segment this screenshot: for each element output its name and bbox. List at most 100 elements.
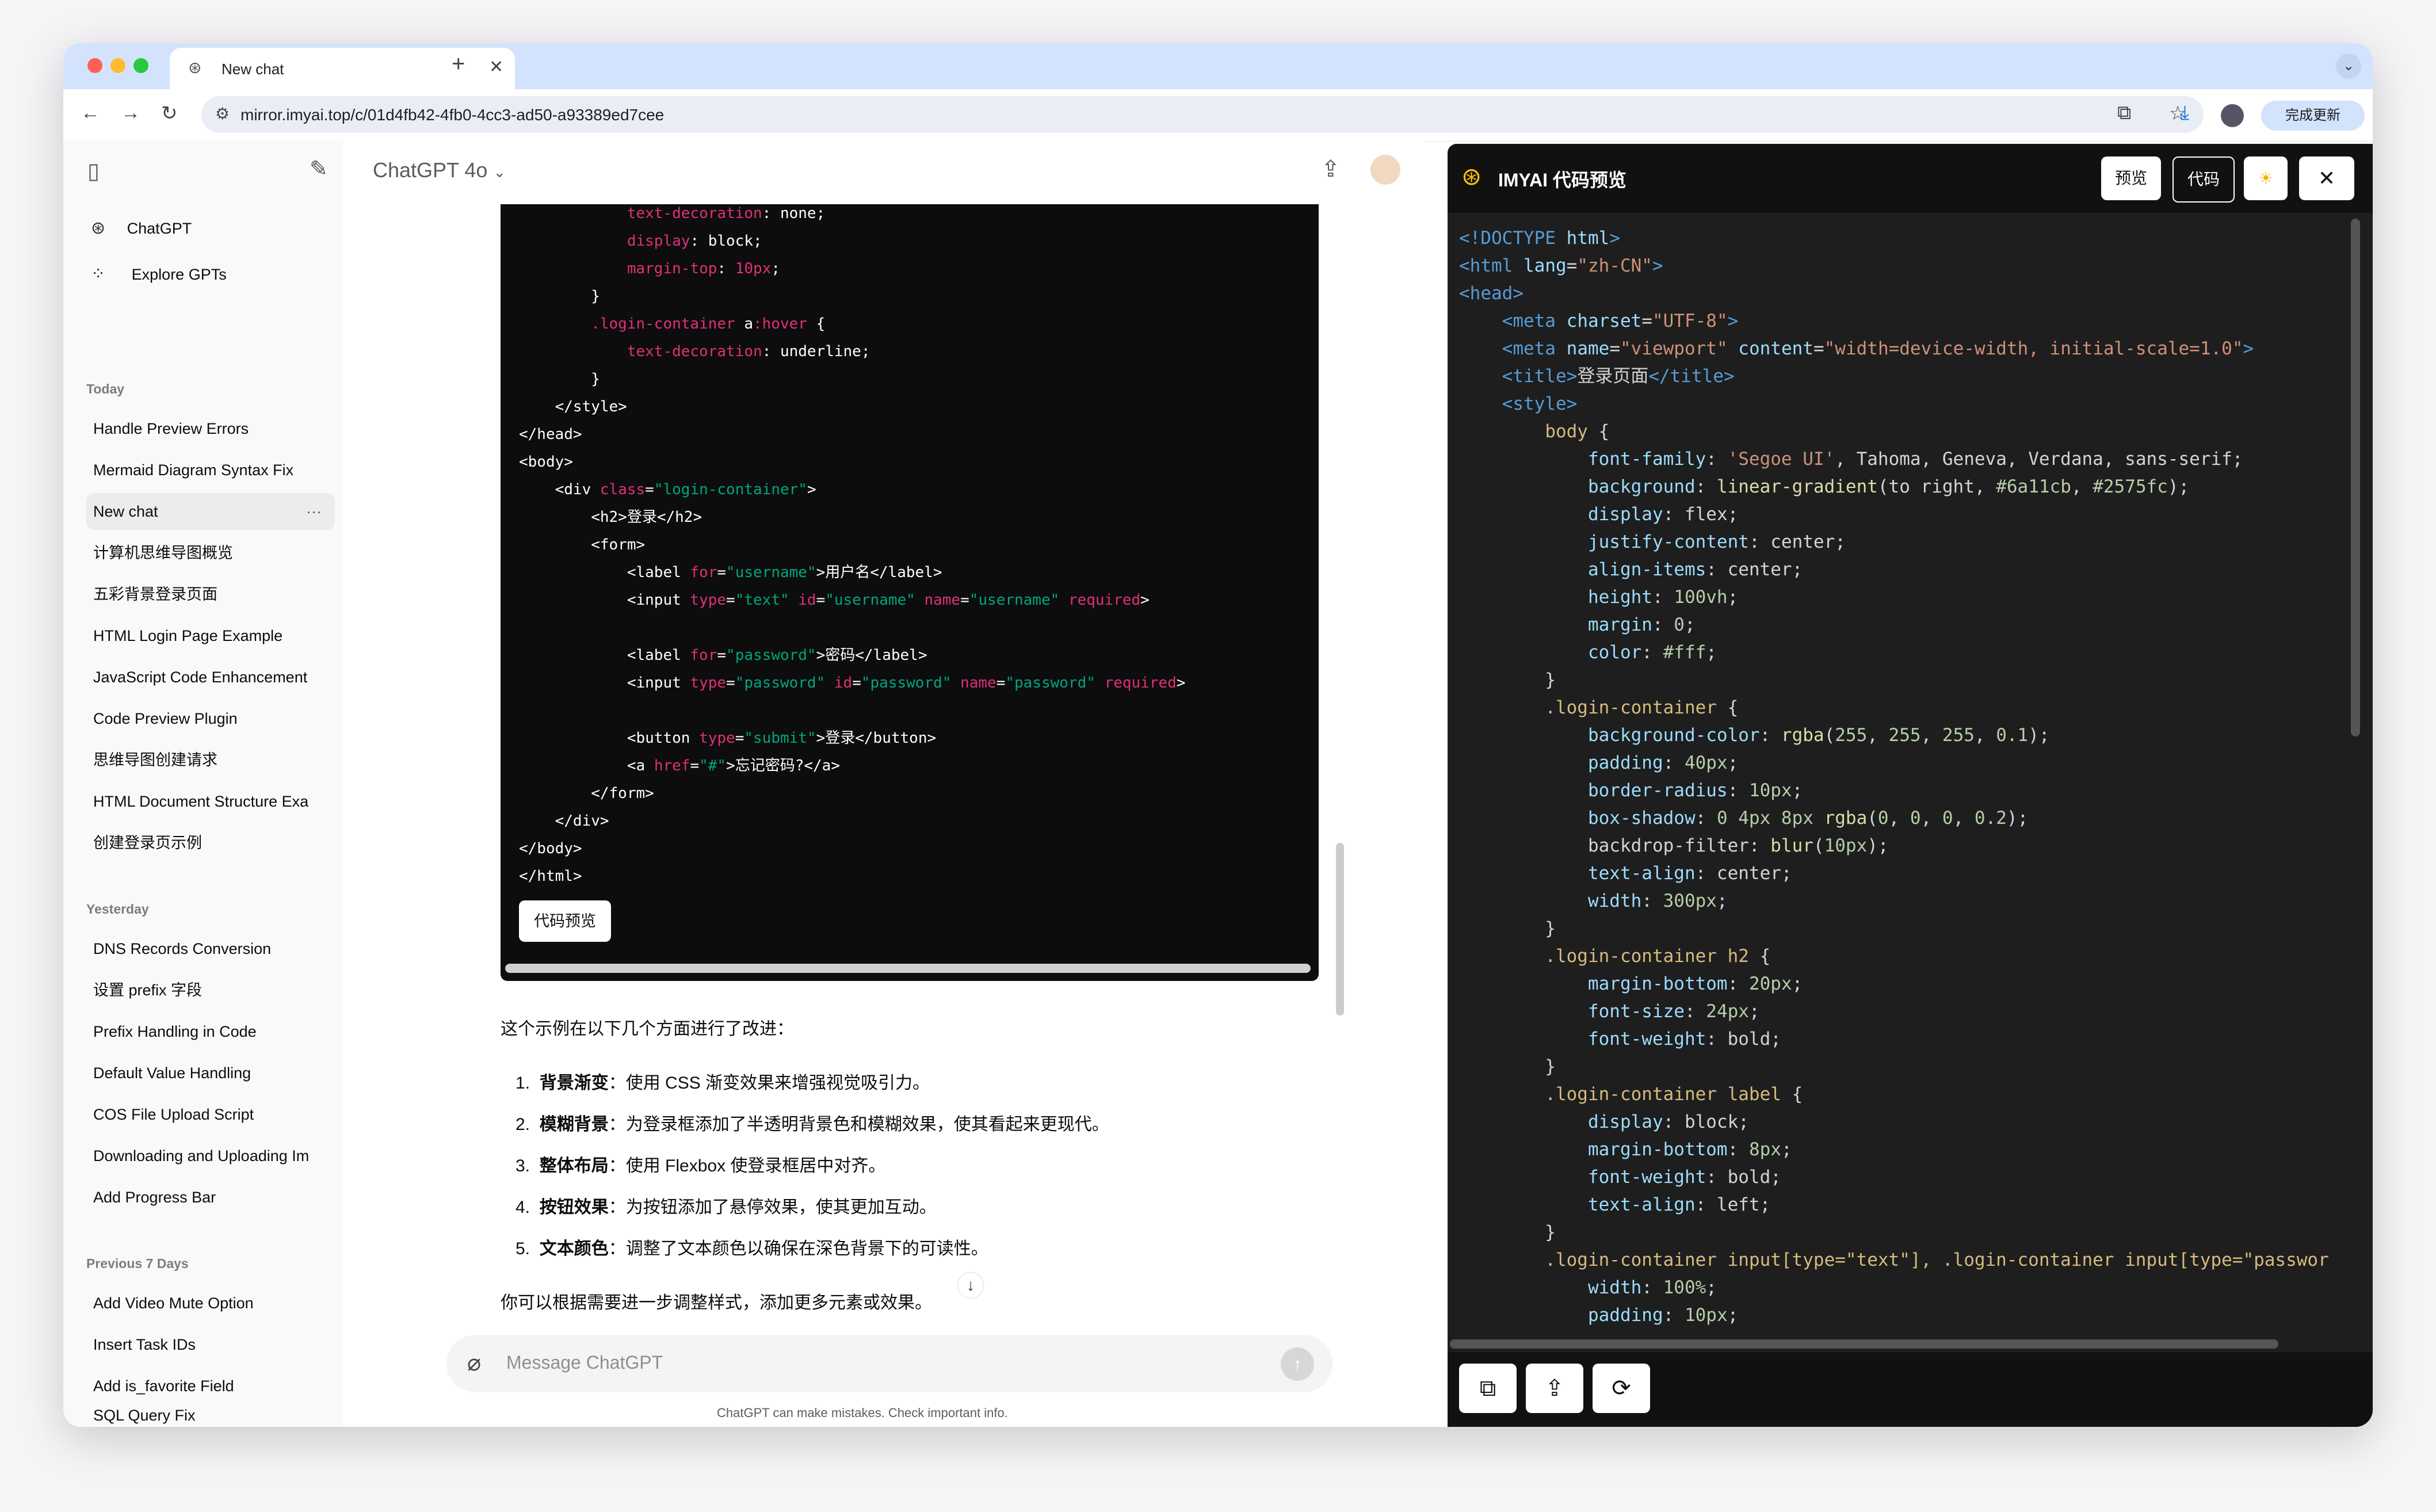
upload-icon[interactable]: ⇪ — [1526, 1364, 1583, 1413]
point-number: 4. — [516, 1198, 530, 1217]
theme-toggle-icon[interactable]: ☀ — [2244, 156, 2288, 200]
list-item[interactable]: Add Progress Bar — [86, 1179, 335, 1216]
panel-vertical-scrollbar[interactable] — [2351, 219, 2360, 736]
list-item[interactable]: HTML Login Page Example — [86, 617, 335, 654]
sidebar-item-chatgpt[interactable]: ⊛ ChatGPT — [86, 210, 328, 247]
panel-title: IMYAI 代码预览 — [1498, 170, 1626, 190]
code-content: text-decoration: none; display: block; m… — [519, 205, 1186, 885]
list-item[interactable]: Prefix Handling in Code — [86, 1013, 335, 1050]
list-item: 4. 按钮效果：为按钮添加了悬停效果，使其更加互动。 — [516, 1193, 937, 1218]
point-number: 5. — [516, 1239, 530, 1258]
message-composer: ⌀ Message ChatGPT ↑ — [446, 1335, 1332, 1392]
list-item[interactable]: 思维导图创建请求 — [86, 742, 335, 778]
maximize-window-button[interactable] — [133, 58, 148, 73]
list-item[interactable]: Default Value Handling — [86, 1055, 335, 1091]
site-info-icon[interactable]: ⚙ — [215, 104, 230, 123]
list-item[interactable]: JavaScript Code Enhancement — [86, 659, 335, 696]
point-title: 按钮效果 — [539, 1198, 609, 1217]
list-item[interactable]: 计算机思维导图概览 — [86, 534, 335, 571]
message-input[interactable]: Message ChatGPT — [506, 1352, 663, 1373]
list-item[interactable]: Mermaid Diagram Syntax Fix — [86, 452, 335, 488]
point-text: ：为按钮添加了悬停效果，使其更加互动。 — [608, 1198, 937, 1217]
disclaimer-text: ChatGPT can make mistakes. Check importa… — [717, 1406, 1008, 1420]
address-bar-row: ← → ↻ ⚙ mirror.imyai.top/c/01d4fb42-4fb0… — [63, 89, 2373, 142]
browser-window: ⊛ New chat ✕ + ⌄ ← → ↻ ⚙ mirror.imyai.to… — [63, 43, 2373, 1427]
list-item[interactable]: Insert Task IDs — [86, 1326, 335, 1363]
panel-header: ⊛ IMYAI 代码预览 预览 代码 ☀ ✕ — [1448, 144, 2373, 213]
share-icon[interactable]: ⇪ — [1321, 156, 1341, 182]
tab-title: New chat — [222, 60, 284, 78]
list-item[interactable]: Add is_favorite Field — [86, 1368, 335, 1404]
panel-code-content: <!DOCTYPE html> <html lang="zh-CN"> <hea… — [1459, 228, 2329, 1326]
extensions-icon[interactable]: ⧉ — [2117, 102, 2131, 124]
more-options-icon[interactable]: ··· — [306, 493, 322, 530]
new-tab-button[interactable]: + — [452, 51, 465, 77]
sidebar-toggle-icon[interactable]: ▯ — [87, 158, 100, 184]
url-text: mirror.imyai.top/c/01d4fb42-4fb0-4cc3-ad… — [240, 106, 665, 124]
list-item: 5. 文本颜色：调整了文本颜色以确保在深色背景下的可读性。 — [516, 1234, 988, 1259]
attach-icon[interactable]: ⌀ — [467, 1350, 481, 1376]
download-icon[interactable]: ⤓ — [2181, 102, 2189, 124]
list-item[interactable]: Handle Preview Errors — [86, 410, 335, 447]
profile-avatar[interactable] — [2221, 104, 2244, 127]
point-title: 文本颜色 — [539, 1239, 609, 1258]
tab-bar: ⊛ New chat ✕ + ⌄ — [63, 43, 2373, 89]
update-button[interactable]: 完成更新 — [2261, 101, 2365, 131]
back-icon[interactable]: ← — [81, 102, 100, 124]
address-bar[interactable]: ⚙ mirror.imyai.top/c/01d4fb42-4fb0-4cc3-… — [201, 96, 2204, 133]
list-item[interactable]: 设置 prefix 字段 — [86, 972, 335, 1009]
copy-icon[interactable]: ⧉ — [1459, 1364, 1517, 1413]
minimize-window-button[interactable] — [110, 58, 125, 73]
tab-search-icon[interactable]: ⌄ — [2336, 54, 2361, 79]
answer-intro: 这个示例在以下几个方面进行了改进： — [501, 1020, 794, 1038]
list-item[interactable]: DNS Records Conversion — [86, 930, 335, 967]
list-item[interactable]: COS File Upload Script — [86, 1096, 335, 1133]
point-text: ：使用 Flexbox 使登录框居中对齐。 — [608, 1156, 886, 1175]
list-item[interactable]: 创建登录页示例 — [86, 824, 335, 861]
list-item[interactable]: SQL Query Fix — [86, 1407, 335, 1424]
list-item: 3. 整体布局：使用 Flexbox 使登录框居中对齐。 — [516, 1151, 885, 1177]
code-preview-button[interactable]: 代码预览 — [519, 900, 611, 942]
sidebar-item-label: Explore GPTs — [131, 266, 227, 283]
send-button[interactable]: ↑ — [1281, 1347, 1314, 1381]
code-block: text-decoration: none; display: block; m… — [501, 204, 1319, 981]
chat-scrollbar[interactable] — [1336, 843, 1344, 1015]
list-item[interactable]: HTML Document Structure Exa — [86, 783, 335, 820]
tab-preview[interactable]: 预览 — [2101, 156, 2161, 200]
new-chat-icon[interactable]: ✎ — [310, 156, 328, 182]
point-number: 2. — [516, 1115, 530, 1134]
close-window-button[interactable] — [87, 58, 102, 73]
section-previous-7-days: Previous 7 Days — [86, 1256, 189, 1271]
code-preview-panel: ⊛ IMYAI 代码预览 预览 代码 ☀ ✕ <!DOCTYPE html> <… — [1448, 144, 2373, 1427]
sidebar-item-label: ChatGPT — [127, 220, 192, 237]
list-item-active[interactable]: New chat ··· — [86, 493, 335, 530]
point-title: 模糊背景 — [539, 1115, 609, 1134]
close-tab-icon[interactable]: ✕ — [489, 57, 503, 77]
answer-outro: 你可以根据需要进一步调整样式，添加更多元素或效果。 — [501, 1293, 932, 1312]
forward-icon[interactable]: → — [121, 102, 140, 124]
refresh-icon[interactable]: ⟳ — [1593, 1364, 1650, 1413]
point-title: 背景渐变 — [539, 1074, 609, 1093]
section-yesterday: Yesterday — [86, 902, 149, 917]
panel-horizontal-scrollbar[interactable] — [1450, 1339, 2278, 1349]
sidebar-item-explore-gpts[interactable]: ⁘ Explore GPTs — [86, 256, 328, 293]
point-title: 整体布局 — [539, 1156, 609, 1175]
list-item[interactable]: Downloading and Uploading Im — [86, 1137, 335, 1174]
chatgpt-favicon-icon: ⊛ — [188, 59, 202, 77]
grid-icon: ⁘ — [91, 265, 106, 284]
model-name: ChatGPT 4o — [373, 158, 488, 182]
scroll-down-icon[interactable]: ↓ — [957, 1272, 984, 1299]
user-avatar[interactable] — [1370, 155, 1400, 185]
reload-icon[interactable]: ↻ — [161, 102, 178, 125]
tab-code[interactable]: 代码 — [2172, 156, 2235, 203]
chatgpt-logo-icon: ⊛ — [91, 219, 106, 238]
code-horizontal-scrollbar[interactable] — [505, 964, 1311, 973]
list-item[interactable]: Add Video Mute Option — [86, 1285, 335, 1322]
model-selector[interactable]: ChatGPT 4o ⌄ — [373, 158, 506, 182]
list-item: 2. 模糊背景：为登录框添加了半透明背景色和模糊效果，使其看起来更现代。 — [516, 1110, 1109, 1135]
list-item[interactable]: 五彩背景登录页面 — [86, 576, 335, 613]
list-item[interactable]: Code Preview Plugin — [86, 700, 335, 737]
imyai-logo-icon: ⊛ — [1461, 163, 1482, 190]
close-panel-button[interactable]: ✕ — [2299, 156, 2354, 200]
panel-footer — [1448, 1352, 2373, 1427]
